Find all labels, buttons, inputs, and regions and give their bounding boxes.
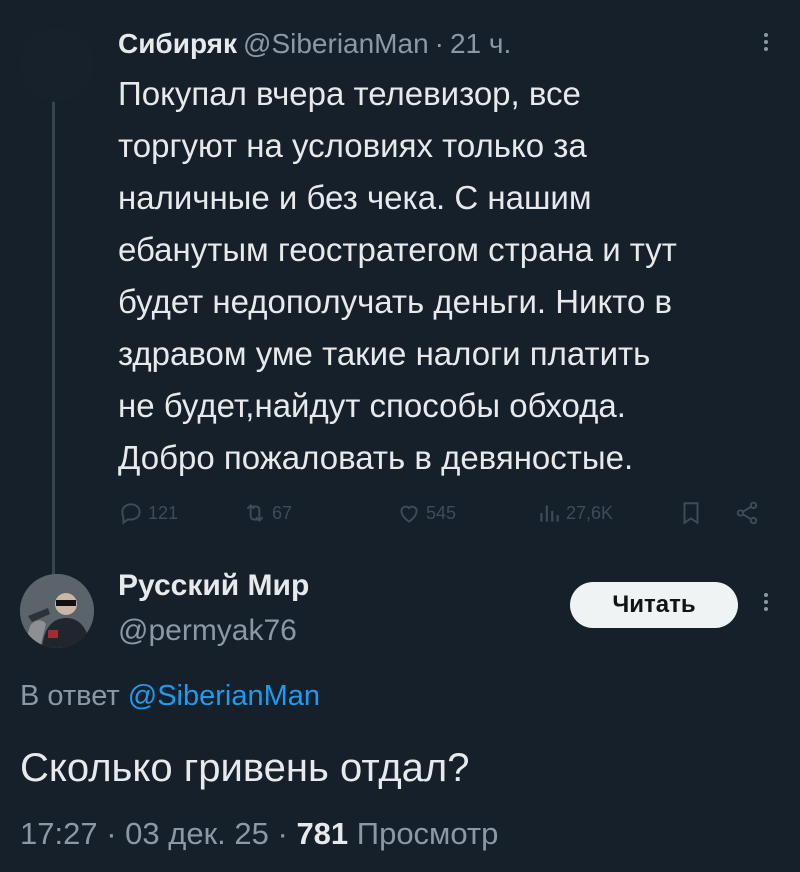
like-button[interactable]: 545 [396,500,456,526]
views-icon [540,505,559,522]
views-count: 27,6K [566,502,614,523]
tweet-text-line: Добро пожаловать в девяностые. [118,439,634,476]
separator: · [434,28,444,59]
author-name[interactable]: Сибиряк [118,24,237,64]
reply-text: Сколько гривень отдал? [20,746,470,790]
share-button[interactable] [734,500,760,526]
tweet-text-line: торгуют на условиях только за [118,127,587,164]
tweet-text-line: ебанутым геостратегом страна и тут [118,231,677,268]
tweet-text-line: Покупал вчера телевизор, все [118,75,581,112]
like-count: 545 [426,502,457,523]
tweet-text-line: не будет,найдут способы обхода. [118,387,626,424]
author-handle[interactable]: @permyak76 [118,610,309,652]
reply-author: Русский Мир @permyak76 [118,566,309,652]
tweet-text-line: наличные и без чека. С нашим [118,179,592,216]
tweet-text: Покупал вчера телевизор, все торгуют на … [118,68,778,484]
retweet-icon [246,504,264,522]
reply-icon [121,503,141,525]
reply-button[interactable]: 121 [118,500,178,526]
views-button[interactable]: 27,6K [536,500,613,526]
avatar-image [20,574,94,648]
more-icon[interactable] [760,30,772,60]
tweet-time[interactable]: 21 ч. [450,24,511,64]
reply-context: В ответ @SiberianMan [20,680,320,713]
tweet-text-line: здравом уме такие налоги платить [118,335,651,372]
separator: · [277,816,288,851]
reply-count: 121 [148,502,179,523]
tweet: Сибиряк @SiberianMan · 21 ч. Покупал вче… [118,24,778,484]
avatar[interactable] [20,574,94,648]
bookmark-icon [683,502,699,525]
avatar[interactable] [20,28,94,102]
bookmark-button[interactable] [678,500,704,526]
reply-date[interactable]: 03 дек. 25 [125,816,269,851]
author-handle[interactable]: @SiberianMan [243,24,429,64]
share-icon [736,501,758,525]
views-count: 781 [296,816,349,851]
thread-connector-line [52,95,55,575]
reply-prefix: В ответ [20,680,120,712]
reply-meta: 17:27 · 03 дек. 25 · 781 Просмотр [20,816,498,852]
read-button[interactable]: Читать [570,582,738,628]
reply-time[interactable]: 17:27 [20,816,98,851]
tweet-header: Сибиряк @SiberianMan · 21 ч. [118,24,778,64]
author-name[interactable]: Русский Мир [118,566,309,606]
more-icon[interactable] [760,590,772,620]
separator: · [106,816,117,851]
tweet-actions: 121 67 545 27,6K [118,500,778,530]
tweet-text-line: будет недополучать деньги. Никто в [118,283,673,320]
like-icon [400,505,418,523]
retweet-count: 67 [272,502,293,523]
views-label: Просмотр [356,816,499,851]
reply-handle-link[interactable]: @SiberianMan [128,680,320,712]
retweet-button[interactable]: 67 [242,500,292,526]
